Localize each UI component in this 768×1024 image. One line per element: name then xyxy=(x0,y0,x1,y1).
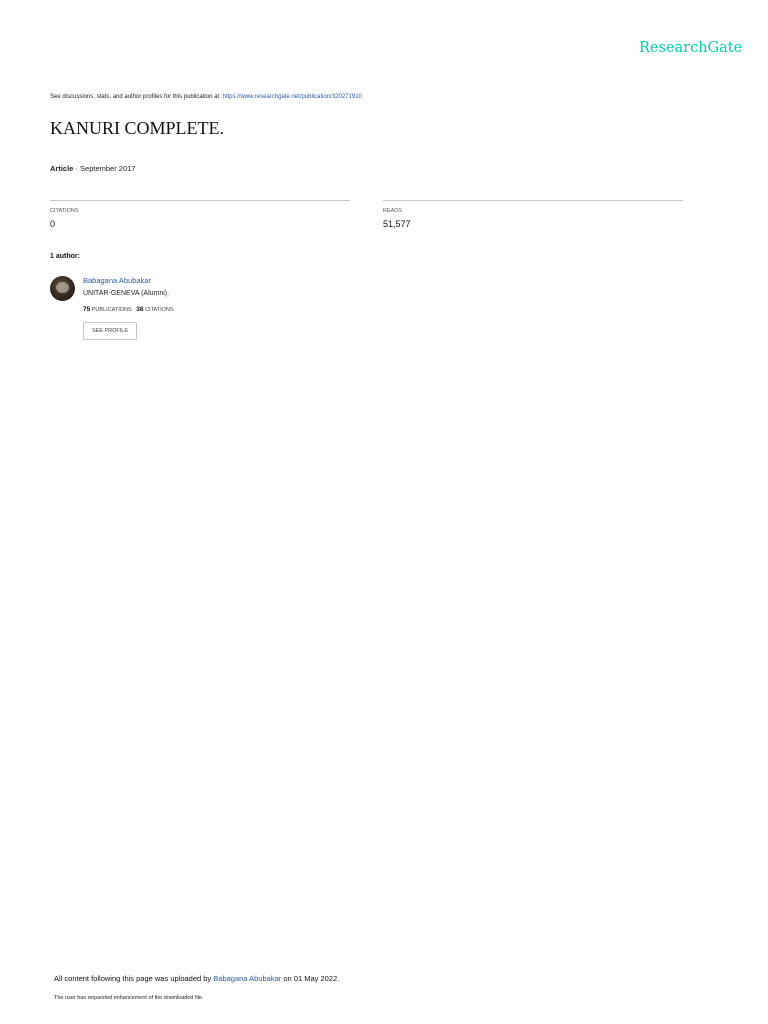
author-stats: 75 PUBLICATIONS 38 CITATIONS xyxy=(83,306,174,313)
author-publications-count: 75 xyxy=(83,306,91,313)
reads-value: 51,577 xyxy=(383,219,411,229)
meta-separator: · xyxy=(73,164,81,173)
author-avatar[interactable] xyxy=(50,276,75,301)
discussion-prefix: See discussions, stats, and author profi… xyxy=(50,94,221,100)
reads-label: READS xyxy=(383,208,402,214)
authors-heading: 1 author: xyxy=(50,253,80,260)
avatar-face xyxy=(56,282,69,293)
researchgate-logo[interactable]: ResearchGate xyxy=(639,40,742,56)
upload-prefix: All content following this page was uplo… xyxy=(54,974,212,983)
citations-value: 0 xyxy=(50,219,56,229)
author-citations-count: 38 xyxy=(136,306,144,313)
citations-label: CITATIONS xyxy=(50,208,79,214)
see-profile-button[interactable]: SEE PROFILE xyxy=(83,322,137,340)
publication-type: Article xyxy=(50,164,74,173)
publication-meta: Article · September 2017 xyxy=(50,164,135,173)
author-affiliation: UNITAR-GENEVA (Alumni). xyxy=(83,290,170,297)
discussion-line: See discussions, stats, and author profi… xyxy=(50,94,362,100)
publication-link[interactable]: https://www.researchgate.net/publication… xyxy=(222,94,361,100)
reads-divider xyxy=(383,200,683,201)
upload-notice: All content following this page was uplo… xyxy=(54,974,339,983)
publication-title: KANURI COMPLETE. xyxy=(50,118,224,138)
citations-divider xyxy=(50,200,350,201)
author-publications-label: PUBLICATIONS xyxy=(91,307,132,313)
upload-suffix: on 01 May 2022. xyxy=(283,974,340,983)
uploader-link[interactable]: Babagana Abubakar xyxy=(213,974,281,983)
publication-date: September 2017 xyxy=(80,164,136,173)
author-name-link[interactable]: Babagana Abubakar xyxy=(83,276,151,285)
enhancement-note: The user has requested enhancement of th… xyxy=(54,995,204,1001)
author-citations-label: CITATIONS xyxy=(145,307,174,313)
